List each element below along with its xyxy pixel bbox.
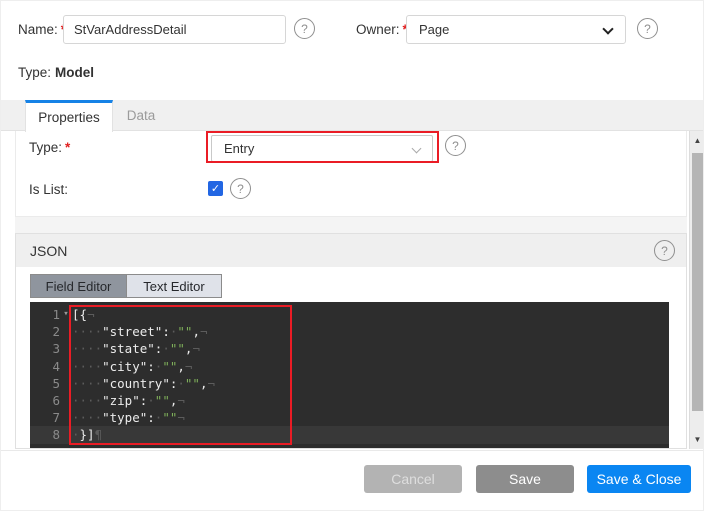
footer-bar: Cancel Save Save & Close — [1, 450, 704, 511]
code-line[interactable]: 3 ····"state":·"",¬ — [30, 340, 669, 357]
code-line[interactable]: 5 ····"country":·"",¬ — [30, 375, 669, 392]
fold-spacer — [60, 426, 72, 443]
code-text: ····"country":·"",¬ — [72, 375, 215, 392]
code-editor[interactable]: 1▾[{¬2····"street":·"",¬3····"state":·""… — [30, 302, 669, 448]
type-field-label: Type:* — [29, 140, 70, 155]
code-text: ····"zip":·"",¬ — [72, 392, 185, 409]
fold-spacer — [60, 358, 72, 375]
chevron-down-icon — [602, 23, 613, 34]
is-list-checkbox[interactable]: ✓ — [208, 181, 223, 196]
type-summary-label: Type: — [18, 65, 51, 80]
is-list-label: Is List: — [29, 182, 68, 197]
type-selected-value: Entry — [224, 141, 254, 156]
required-asterisk: * — [65, 140, 70, 155]
scrollbar-thumb[interactable] — [692, 153, 703, 411]
type-help-icon[interactable]: ? — [445, 135, 466, 156]
fold-spacer — [60, 392, 72, 409]
code-line[interactable]: 2 ····"street":·"",¬ — [30, 323, 669, 340]
fold-spacer — [60, 409, 72, 426]
code-line[interactable]: 8 ·}]¶ — [30, 426, 669, 443]
field-editor-button[interactable]: Field Editor — [31, 275, 126, 297]
chevron-down-icon — [412, 144, 422, 154]
name-label-text: Name: — [18, 22, 58, 37]
fold-spacer — [60, 323, 72, 340]
fold-spacer — [60, 340, 72, 357]
json-help-icon[interactable]: ? — [654, 240, 675, 261]
name-input[interactable] — [63, 15, 286, 44]
code-line[interactable]: 7 ····"type":·""¬ — [30, 409, 669, 426]
owner-select[interactable]: Page — [406, 15, 626, 44]
owner-label: Owner:* — [356, 22, 408, 37]
type-select[interactable]: Entry — [211, 135, 433, 162]
type-summary-value: Model — [55, 65, 94, 80]
line-number: 2 — [30, 323, 60, 340]
editor-mode-toggle: Field Editor Text Editor — [30, 274, 222, 298]
save-and-close-button[interactable]: Save & Close — [587, 465, 691, 493]
line-number: 5 — [30, 375, 60, 392]
type-field-label-text: Type: — [29, 140, 62, 155]
line-number: 7 — [30, 409, 60, 426]
code-text: ·}]¶ — [72, 426, 102, 443]
tab-data[interactable]: Data — [113, 100, 169, 131]
owner-selected-value: Page — [419, 22, 449, 37]
json-section-header: JSON ? — [16, 234, 686, 267]
code-lines: 1▾[{¬2····"street":·"",¬3····"state":·""… — [30, 306, 669, 444]
scroll-up-icon[interactable]: ▲ — [690, 136, 704, 145]
fold-arrow-icon[interactable]: ▾ — [60, 306, 72, 323]
code-text: ····"state":·"",¬ — [72, 340, 200, 357]
code-text: ····"type":·""¬ — [72, 409, 185, 426]
vertical-scrollbar[interactable]: ▲ ▼ — [689, 131, 704, 449]
code-text: ····"city":·"",¬ — [72, 358, 192, 375]
json-section-title: JSON — [30, 243, 67, 259]
cancel-button[interactable]: Cancel — [364, 465, 462, 493]
line-number: 1 — [30, 306, 60, 323]
line-number: 6 — [30, 392, 60, 409]
code-line[interactable]: 1▾[{¬ — [30, 306, 669, 323]
owner-label-text: Owner: — [356, 22, 400, 37]
json-section: JSON ? Field Editor Text Editor 1▾[{¬2··… — [15, 233, 687, 449]
code-line[interactable]: 4 ····"city":·"",¬ — [30, 358, 669, 375]
variable-editor-dialog: Name:* ? Owner:* Page ? Type:Model Prope… — [0, 0, 704, 511]
type-summary: Type: Model — [18, 65, 94, 80]
code-text: [{¬ — [72, 306, 95, 323]
save-button[interactable]: Save — [476, 465, 574, 493]
line-number: 4 — [30, 358, 60, 375]
tab-properties[interactable]: Properties — [25, 100, 113, 132]
code-text: ····"street":·"",¬ — [72, 323, 208, 340]
tab-strip: Properties Data — [1, 100, 704, 131]
owner-help-icon[interactable]: ? — [637, 18, 658, 39]
text-editor-button[interactable]: Text Editor — [126, 275, 221, 297]
line-number: 8 — [30, 426, 60, 443]
name-label: Name:* — [18, 22, 66, 37]
name-help-icon[interactable]: ? — [294, 18, 315, 39]
fold-spacer — [60, 375, 72, 392]
section-divider — [15, 217, 687, 233]
line-number: 3 — [30, 340, 60, 357]
code-line[interactable]: 6 ····"zip":·"",¬ — [30, 392, 669, 409]
scroll-down-icon[interactable]: ▼ — [690, 435, 704, 444]
is-list-help-icon[interactable]: ? — [230, 178, 251, 199]
